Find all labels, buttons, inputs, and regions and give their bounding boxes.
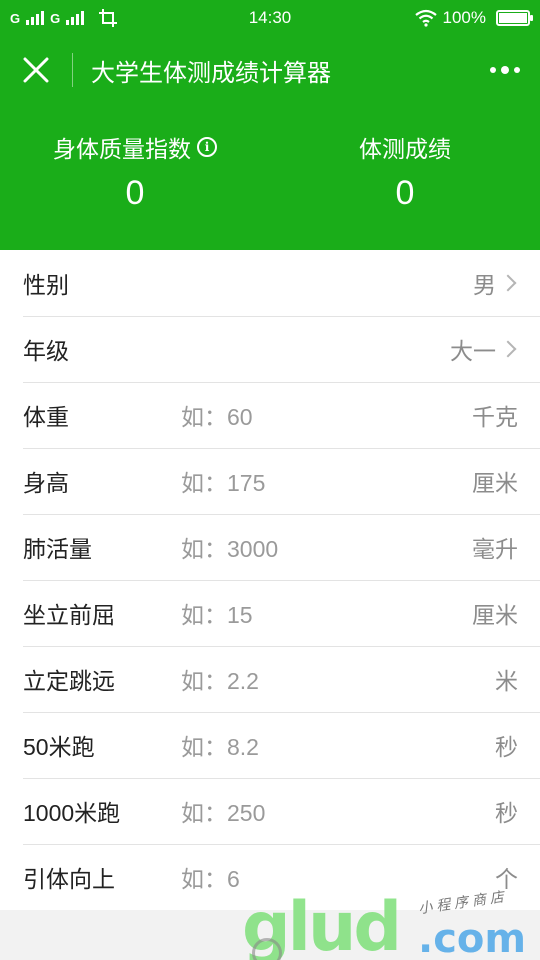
fitness-score-label: 体测成绩	[359, 136, 451, 162]
bmi-block: 身体质量指数 i 0	[0, 104, 270, 250]
long-jump-input[interactable]: 如：2.2	[181, 662, 495, 696]
bmi-value: 0	[125, 174, 145, 212]
run-1000m-unit: 秒	[495, 800, 518, 826]
info-icon[interactable]: i	[197, 137, 217, 157]
watermark-domain: .com	[418, 916, 527, 960]
fitness-score-block: 体测成绩 0	[270, 104, 540, 250]
carrier-label-2: G	[50, 10, 61, 26]
run-1000m-input[interactable]: 如：250	[181, 794, 495, 828]
page-title: 大学生体测成绩计算器	[91, 59, 331, 87]
height-label: 身高	[23, 470, 69, 496]
input-form: 性别 男 年级 大一 体重 如：60 千克 身高 如：175 厘米 肺活量 如：…	[0, 250, 540, 910]
signal-icon	[26, 11, 45, 25]
pull-up-label: 引体向上	[23, 866, 115, 892]
grade-label: 年级	[23, 338, 69, 364]
close-button[interactable]	[0, 36, 72, 104]
gender-selector[interactable]: 性别 男	[0, 250, 540, 316]
sprint-50m-label: 50米跑	[23, 734, 95, 760]
lung-capacity-unit: 毫升	[472, 536, 518, 562]
chevron-right-icon	[499, 274, 517, 292]
weight-input[interactable]: 如：60	[181, 398, 472, 432]
score-panel: 身体质量指数 i 0 体测成绩 0	[0, 104, 540, 250]
grade-value: 大一	[450, 338, 496, 364]
sit-and-reach-unit: 厘米	[472, 602, 518, 628]
lung-capacity-input[interactable]: 如：3000	[181, 530, 472, 564]
status-bar: G G 14:30 100%	[0, 0, 540, 36]
gender-label: 性别	[23, 272, 69, 298]
pull-up-row: 引体向上 如：6 个	[0, 844, 540, 910]
pull-up-unit: 个	[495, 866, 518, 892]
fitness-score-value: 0	[395, 174, 415, 212]
more-dot-icon	[501, 66, 509, 74]
chevron-right-icon	[499, 340, 517, 358]
long-jump-row: 立定跳远 如：2.2 米	[0, 646, 540, 712]
lung-capacity-row: 肺活量 如：3000 毫升	[0, 514, 540, 580]
watermark-logo-icon	[252, 938, 282, 960]
nav-bar: 大学生体测成绩计算器	[0, 36, 540, 104]
weight-label: 体重	[23, 404, 69, 430]
close-icon	[23, 57, 49, 83]
signal-icon	[66, 11, 85, 25]
screenshot-crop-icon	[99, 9, 118, 27]
gender-value: 男	[473, 272, 496, 298]
long-jump-label: 立定跳远	[23, 668, 115, 694]
sit-and-reach-input[interactable]: 如：15	[181, 596, 472, 630]
sprint-50m-input[interactable]: 如：8.2	[181, 728, 495, 762]
height-row: 身高 如：175 厘米	[0, 448, 540, 514]
run-1000m-label: 1000米跑	[23, 800, 121, 826]
long-jump-unit: 米	[495, 668, 518, 694]
battery-percent: 100%	[442, 8, 486, 27]
grade-selector[interactable]: 年级 大一	[0, 316, 540, 382]
more-dot-icon	[490, 67, 496, 73]
sit-and-reach-label: 坐立前屈	[23, 602, 115, 628]
sit-and-reach-row: 坐立前屈 如：15 厘米	[0, 580, 540, 646]
wifi-icon	[414, 9, 437, 27]
sprint-50m-unit: 秒	[495, 734, 518, 760]
nav-divider	[72, 53, 73, 87]
bmi-label: 身体质量指数	[53, 136, 191, 162]
carrier-label-1: G	[10, 10, 21, 26]
sprint-50m-row: 50米跑 如：8.2 秒	[0, 712, 540, 778]
run-1000m-row: 1000米跑 如：250 秒	[0, 778, 540, 844]
more-options-button[interactable]	[470, 36, 540, 104]
lung-capacity-label: 肺活量	[23, 536, 92, 562]
height-unit: 厘米	[472, 470, 518, 496]
more-dot-icon	[514, 67, 520, 73]
pull-up-input[interactable]: 如：6	[181, 860, 495, 894]
weight-unit: 千克	[472, 404, 518, 430]
battery-icon	[496, 10, 533, 26]
height-input[interactable]: 如：175	[181, 464, 472, 498]
weight-row: 体重 如：60 千克	[0, 382, 540, 448]
